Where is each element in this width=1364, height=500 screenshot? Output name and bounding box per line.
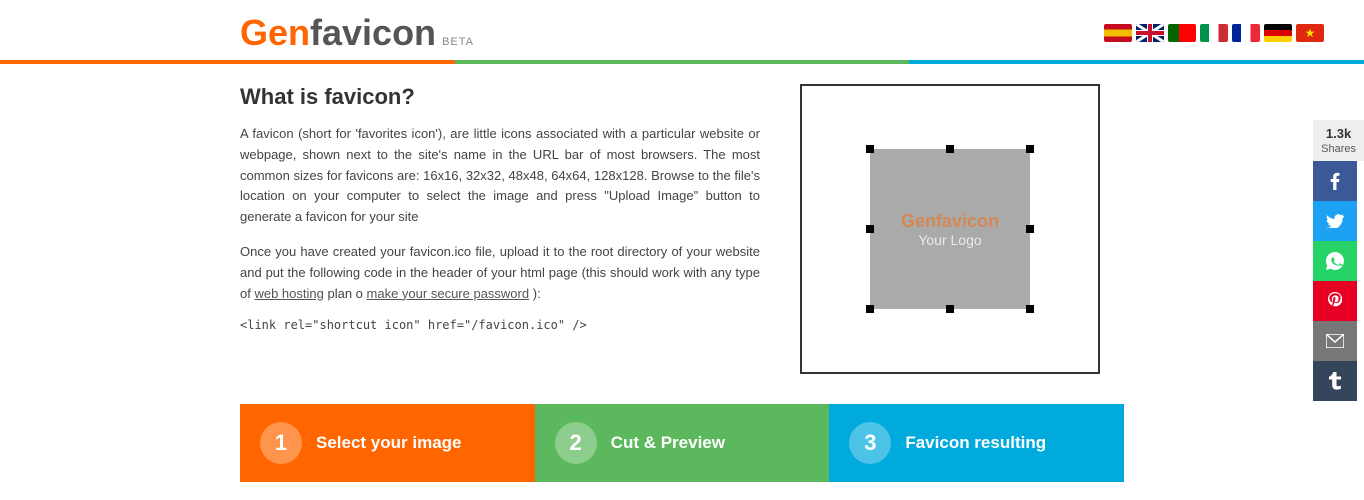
tumblr-button[interactable]	[1313, 361, 1357, 401]
bar-green	[455, 60, 910, 64]
logo-gen: Gen	[240, 12, 310, 53]
code-snippet: <link rel="shortcut icon" href="/favicon…	[240, 318, 760, 332]
whatsapp-button[interactable]	[1313, 241, 1357, 281]
facebook-button[interactable]	[1313, 161, 1357, 201]
password-link[interactable]: make your secure password	[367, 286, 530, 301]
steps-bar: 1 Select your image 2 Cut & Preview 3 Fa…	[0, 404, 1364, 482]
pinterest-button[interactable]	[1313, 281, 1357, 321]
bar-blue	[909, 60, 1364, 64]
logo-favicon: favicon	[310, 12, 436, 53]
logo-text: Genfavicon	[240, 12, 436, 54]
social-share-count: 1.3k Shares	[1313, 120, 1364, 161]
step-1-number: 1	[260, 422, 302, 464]
flags-container: ★	[1104, 24, 1324, 42]
flag-china[interactable]: ★	[1296, 24, 1324, 42]
step-2[interactable]: 2 Cut & Preview	[535, 404, 830, 482]
paragraph-2-mid: plan o	[327, 286, 366, 301]
paragraph-1: A favicon (short for 'favorites icon'), …	[240, 124, 760, 228]
crop-handle-tr[interactable]	[1026, 145, 1034, 153]
crop-handle-br[interactable]	[1026, 305, 1034, 313]
logo-beta: BETA	[442, 36, 474, 48]
preview-your-logo: Your Logo	[918, 232, 981, 248]
logo[interactable]: Genfavicon BETA	[240, 12, 474, 54]
preview-logo-text: Genfavicon	[901, 211, 999, 232]
page-title: What is favicon?	[240, 84, 760, 110]
paragraph-2-end: ):	[533, 286, 541, 301]
twitter-button[interactable]	[1313, 201, 1357, 241]
shares-label: Shares	[1321, 143, 1356, 155]
flag-spain[interactable]	[1104, 24, 1132, 42]
crop-handle-bm[interactable]	[946, 305, 954, 313]
step-3-number: 3	[849, 422, 891, 464]
crop-handle-mr[interactable]	[1026, 225, 1034, 233]
email-button[interactable]	[1313, 321, 1357, 361]
preview-box: Genfavicon Your Logo	[800, 84, 1100, 374]
flag-uk[interactable]	[1136, 24, 1164, 42]
crop-handle-ml[interactable]	[866, 225, 874, 233]
preview-inner: Genfavicon Your Logo	[870, 149, 1030, 309]
flag-portugal[interactable]	[1168, 24, 1196, 42]
step-3-label: Favicon resulting	[905, 433, 1046, 453]
flag-germany[interactable]	[1264, 24, 1292, 42]
step-1[interactable]: 1 Select your image	[240, 404, 535, 482]
crop-handle-tl[interactable]	[866, 145, 874, 153]
web-hosting-link[interactable]: web hosting	[254, 286, 323, 301]
step-2-label: Cut & Preview	[611, 433, 725, 453]
paragraph-2: Once you have created your favicon.ico f…	[240, 242, 760, 304]
flag-france[interactable]	[1232, 24, 1260, 42]
share-count: 1.3k	[1326, 126, 1351, 141]
main-content: What is favicon? A favicon (short for 'f…	[0, 64, 1364, 394]
step-2-number: 2	[555, 422, 597, 464]
header: Genfavicon BETA ★	[0, 0, 1364, 54]
social-sidebar: 1.3k Shares	[1313, 120, 1364, 401]
color-bar	[0, 60, 1364, 64]
bar-orange	[0, 60, 455, 64]
crop-handle-bl[interactable]	[866, 305, 874, 313]
crop-handle-tm[interactable]	[946, 145, 954, 153]
step-1-label: Select your image	[316, 433, 462, 453]
flag-italy[interactable]	[1200, 24, 1228, 42]
step-3[interactable]: 3 Favicon resulting	[829, 404, 1124, 482]
content-text: What is favicon? A favicon (short for 'f…	[240, 84, 760, 374]
